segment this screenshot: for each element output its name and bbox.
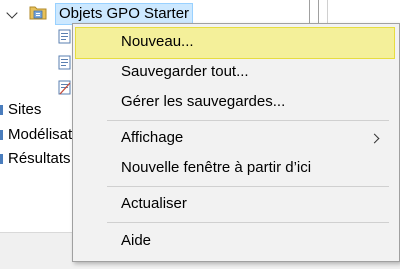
menu-separator (107, 222, 389, 223)
tree-node-label[interactable]: Modélisat (8, 126, 72, 143)
tree-node-sites[interactable]: Sites (8, 100, 41, 120)
gpo-item-icon[interactable] (57, 80, 73, 96)
menu-item-aide[interactable]: Aide (75, 226, 395, 258)
tree-marker (0, 154, 3, 164)
menu-item-label: Actualiser (121, 195, 187, 212)
menu-item-nouvelle-fenetre[interactable]: Nouvelle fenêtre à partir d’ici (75, 153, 395, 185)
tree-marker (0, 130, 3, 140)
menu-item-sauvegarder-tout[interactable]: Sauvegarder tout... (75, 57, 395, 89)
menu-item-nouveau[interactable]: Nouveau... (75, 27, 395, 59)
gpo-item-icon[interactable] (57, 55, 73, 71)
tree-node-resultats[interactable]: Résultats (8, 149, 71, 169)
context-menu: Nouveau... Sauvegarder tout... Gérer les… (72, 23, 400, 262)
tree-marker (0, 105, 3, 115)
tree-node-label[interactable]: Objets GPO Starter (55, 3, 194, 25)
menu-item-label: Nouvelle fenêtre à partir d’ici (121, 159, 312, 176)
menu-item-label: Nouveau... (121, 33, 194, 50)
menu-item-label: Aide (121, 232, 152, 249)
tree-node-modelisation[interactable]: Modélisat (8, 125, 72, 145)
tree-node-label[interactable]: Résultats (8, 150, 71, 167)
menu-item-label: Affichage (121, 129, 184, 146)
menu-item-actualiser[interactable]: Actualiser (75, 189, 395, 221)
chevron-down-icon[interactable] (6, 7, 18, 19)
menu-item-label: Gérer les sauvegardes... (121, 93, 286, 110)
menu-item-label: Sauvegarder tout... (121, 63, 249, 80)
menu-item-gerer-sauvegardes[interactable]: Gérer les sauvegardes... (75, 87, 395, 119)
menu-separator (107, 186, 389, 187)
menu-item-affichage[interactable]: Affichage (75, 123, 395, 155)
gpo-item-icon[interactable] (57, 29, 73, 45)
gpo-folder-icon (29, 6, 47, 20)
tree-node-label[interactable]: Sites (8, 101, 41, 118)
menu-separator (107, 120, 389, 121)
